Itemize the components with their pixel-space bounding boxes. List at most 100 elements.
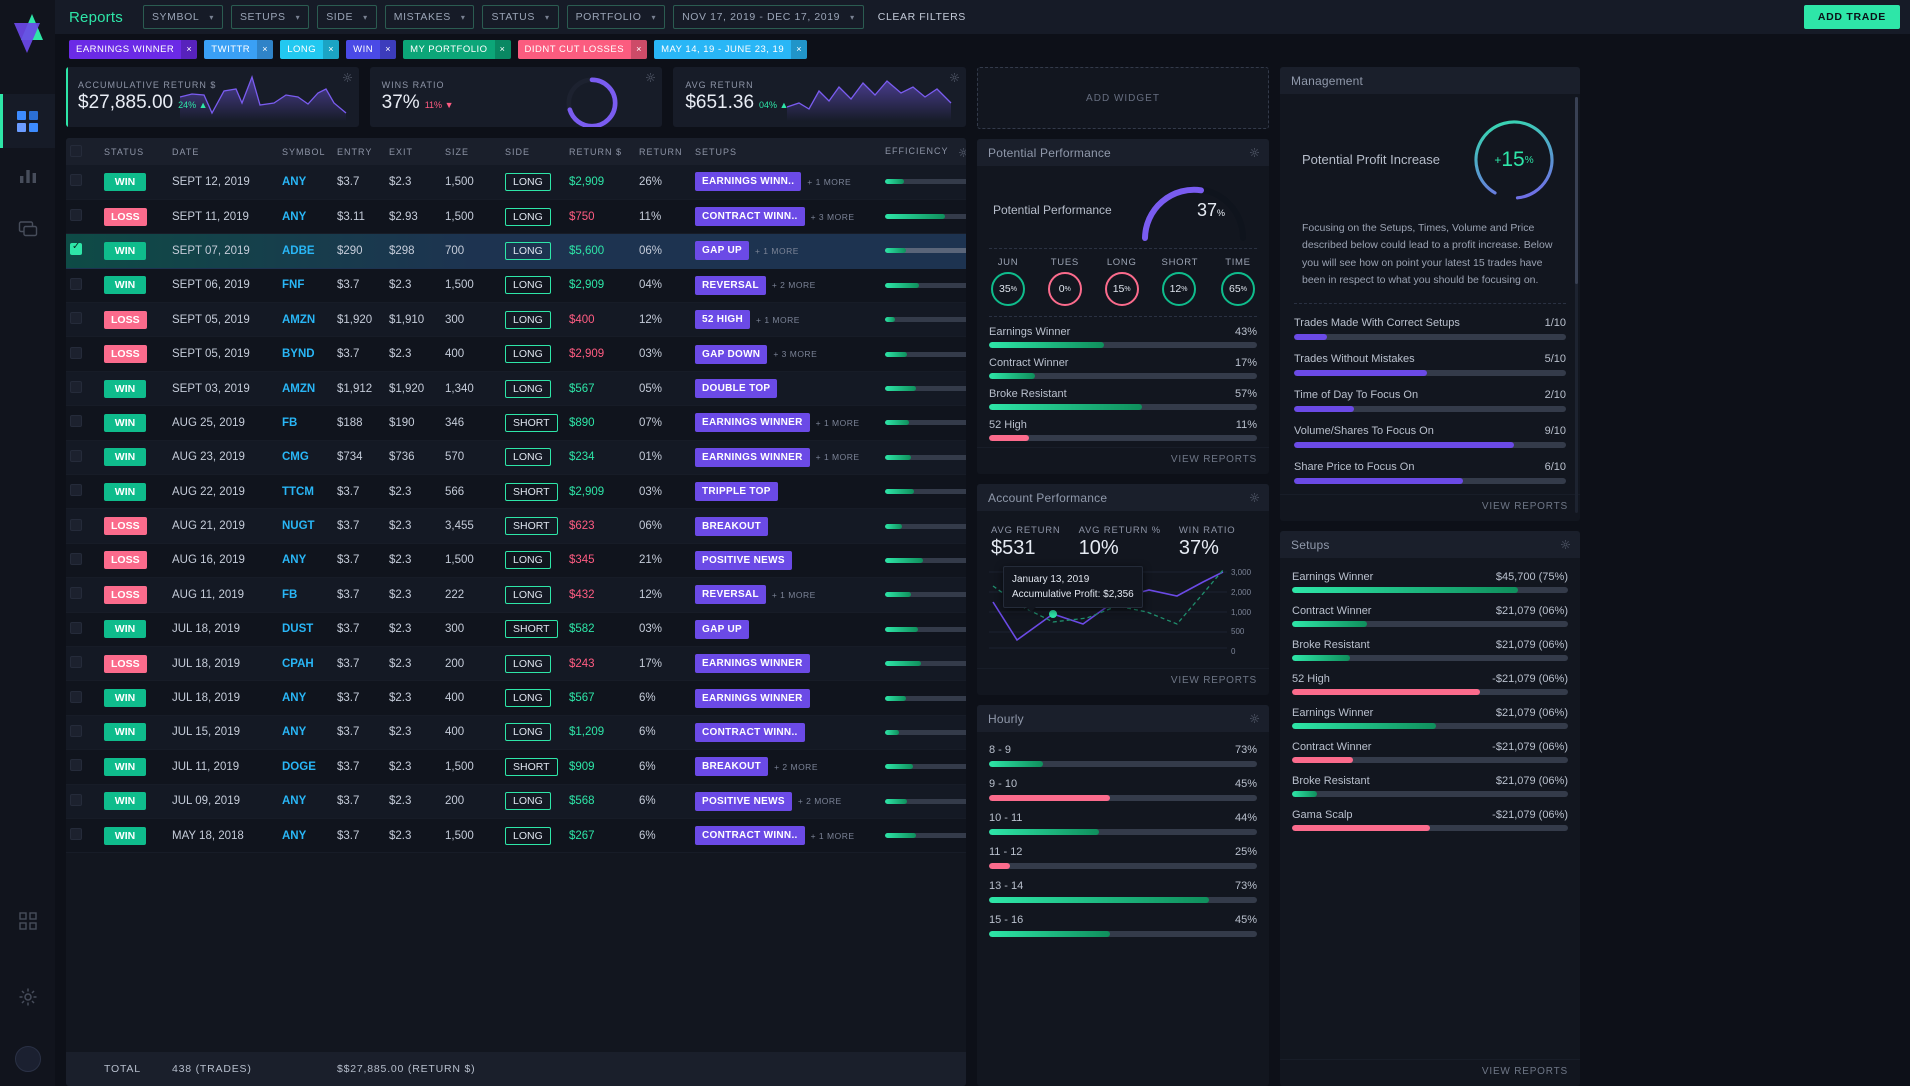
close-icon[interactable]: × bbox=[257, 40, 273, 59]
close-icon[interactable]: × bbox=[791, 40, 807, 59]
cell-symbol[interactable]: ANY bbox=[278, 199, 333, 233]
setup-more-label[interactable]: + 1 MORE bbox=[807, 177, 851, 187]
cell-symbol[interactable]: ANY bbox=[278, 715, 333, 749]
setup-badge[interactable]: BREAKOUT bbox=[695, 517, 768, 536]
sidebar-item-apps[interactable] bbox=[0, 894, 55, 948]
row-checkbox[interactable] bbox=[70, 759, 82, 771]
cell-symbol[interactable]: ANY bbox=[278, 543, 333, 577]
row-checkbox-cell[interactable] bbox=[66, 578, 100, 612]
setup-badge[interactable]: GAP UP bbox=[695, 620, 749, 639]
avatar[interactable] bbox=[15, 1046, 41, 1072]
table-row[interactable]: WIN AUG 23, 2019 CMG $734 $736 570 LONG … bbox=[66, 440, 966, 474]
row-checkbox-cell[interactable] bbox=[66, 268, 100, 302]
table-row[interactable]: WIN AUG 22, 2019 TTCM $3.7 $2.3 566 SHOR… bbox=[66, 475, 966, 509]
filter-chip[interactable]: LONG × bbox=[280, 40, 339, 59]
filter-chip[interactable]: DIDNT CUT LOSSES × bbox=[518, 40, 648, 59]
row-checkbox-cell[interactable] bbox=[66, 440, 100, 474]
filter-setups[interactable]: SETUPS▾ bbox=[231, 5, 309, 29]
setup-more-label[interactable]: + 3 MORE bbox=[773, 349, 817, 359]
row-checkbox-cell[interactable] bbox=[66, 371, 100, 405]
cell-symbol[interactable]: ADBE bbox=[278, 234, 333, 268]
clear-filters-button[interactable]: CLEAR FILTERS bbox=[872, 11, 972, 23]
cell-symbol[interactable]: ANY bbox=[278, 818, 333, 852]
setup-badge[interactable]: TRIPPLE TOP bbox=[695, 482, 778, 501]
col-size[interactable]: SIZE bbox=[441, 138, 501, 165]
cell-symbol[interactable]: DOGE bbox=[278, 750, 333, 784]
table-row[interactable]: WIN SEPT 12, 2019 ANY $3.7 $2.3 1,500 LO… bbox=[66, 165, 966, 199]
view-reports-link[interactable]: VIEW REPORTS bbox=[977, 447, 1269, 474]
filter-status[interactable]: STATUS▾ bbox=[482, 5, 558, 29]
filter-symbol[interactable]: SYMBOL▾ bbox=[143, 5, 223, 29]
table-row[interactable]: LOSS AUG 11, 2019 FB $3.7 $2.3 222 LONG … bbox=[66, 578, 966, 612]
row-checkbox[interactable] bbox=[70, 519, 82, 531]
row-checkbox-cell[interactable] bbox=[66, 715, 100, 749]
row-checkbox[interactable] bbox=[70, 725, 82, 737]
row-checkbox-cell[interactable] bbox=[66, 406, 100, 440]
setup-badge[interactable]: DOUBLE TOP bbox=[695, 379, 777, 398]
gear-icon[interactable] bbox=[1250, 493, 1259, 502]
col-status[interactable]: STATUS bbox=[100, 138, 168, 165]
row-checkbox[interactable] bbox=[70, 794, 82, 806]
table-row[interactable]: WIN MAY 18, 2018 ANY $3.7 $2.3 1,500 LON… bbox=[66, 818, 966, 852]
setup-more-label[interactable]: + 2 MORE bbox=[774, 762, 818, 772]
gear-icon[interactable] bbox=[1561, 540, 1570, 549]
col-return-pct[interactable]: RETURN bbox=[635, 138, 691, 165]
table-row[interactable]: LOSS SEPT 11, 2019 ANY $3.11 $2.93 1,500… bbox=[66, 199, 966, 233]
col-exit[interactable]: EXIT bbox=[385, 138, 441, 165]
row-checkbox[interactable] bbox=[70, 243, 82, 255]
view-reports-link[interactable]: VIEW REPORTS bbox=[977, 668, 1269, 695]
row-checkbox[interactable] bbox=[70, 828, 82, 840]
table-row[interactable]: LOSS AUG 21, 2019 NUGT $3.7 $2.3 3,455 S… bbox=[66, 509, 966, 543]
setup-badge[interactable]: EARNINGS WINNER bbox=[695, 654, 810, 673]
row-checkbox-cell[interactable] bbox=[66, 337, 100, 371]
setup-badge[interactable]: EARNINGS WINNER bbox=[695, 689, 810, 708]
table-row[interactable]: LOSS JUL 18, 2019 CPAH $3.7 $2.3 200 LON… bbox=[66, 646, 966, 680]
table-row[interactable]: WIN AUG 25, 2019 FB $188 $190 346 SHORT … bbox=[66, 406, 966, 440]
setup-badge[interactable]: REVERSAL bbox=[695, 585, 766, 604]
row-checkbox[interactable] bbox=[70, 174, 82, 186]
sidebar-item-dashboard[interactable] bbox=[0, 94, 55, 148]
select-all-header[interactable] bbox=[66, 138, 100, 165]
setup-badge[interactable]: POSITIVE NEWS bbox=[695, 551, 792, 570]
row-checkbox-cell[interactable] bbox=[66, 681, 100, 715]
col-symbol[interactable]: SYMBOL bbox=[278, 138, 333, 165]
cell-symbol[interactable]: AMZN bbox=[278, 303, 333, 337]
close-icon[interactable]: × bbox=[181, 40, 197, 59]
setup-badge[interactable]: CONTRACT WINN.. bbox=[695, 826, 805, 845]
table-row[interactable]: WIN JUL 15, 2019 ANY $3.7 $2.3 400 LONG … bbox=[66, 715, 966, 749]
add-widget-button[interactable]: ADD WIDGET bbox=[977, 67, 1269, 129]
filter-chip[interactable]: WIN × bbox=[346, 40, 396, 59]
gear-icon[interactable] bbox=[950, 73, 959, 82]
setup-more-label[interactable]: + 1 MORE bbox=[811, 831, 855, 841]
filter-portfolio[interactable]: PORTFOLIO▾ bbox=[567, 5, 666, 29]
cell-symbol[interactable]: ANY bbox=[278, 165, 333, 199]
filter-chip[interactable]: MY PORTFOLIO × bbox=[403, 40, 510, 59]
row-checkbox-cell[interactable] bbox=[66, 646, 100, 680]
setup-badge[interactable]: REVERSAL bbox=[695, 276, 766, 295]
row-checkbox-cell[interactable] bbox=[66, 234, 100, 268]
filter-chip[interactable]: MAY 14, 19 - JUNE 23, 19 × bbox=[654, 40, 807, 59]
table-row[interactable]: LOSS AUG 16, 2019 ANY $3.7 $2.3 1,500 LO… bbox=[66, 543, 966, 577]
row-checkbox[interactable] bbox=[70, 656, 82, 668]
row-checkbox[interactable] bbox=[70, 484, 82, 496]
setup-badge[interactable]: GAP DOWN bbox=[695, 345, 767, 364]
gear-icon[interactable] bbox=[646, 73, 655, 82]
table-row[interactable]: LOSS SEPT 05, 2019 AMZN $1,920 $1,910 30… bbox=[66, 303, 966, 337]
table-row[interactable]: WIN JUL 18, 2019 DUST $3.7 $2.3 300 SHOR… bbox=[66, 612, 966, 646]
col-return-dollar[interactable]: RETURN $ bbox=[565, 138, 635, 165]
setup-badge[interactable]: BREAKOUT bbox=[695, 757, 768, 776]
add-trade-button[interactable]: ADD TRADE bbox=[1804, 5, 1900, 29]
cell-symbol[interactable]: FB bbox=[278, 406, 333, 440]
sidebar-item-settings[interactable] bbox=[0, 970, 55, 1024]
filter-date-range[interactable]: NOV 17, 2019 - DEC 17, 2019▾ bbox=[673, 5, 864, 29]
row-checkbox[interactable] bbox=[70, 415, 82, 427]
col-efficiency[interactable]: EFFICIENCY bbox=[881, 138, 966, 165]
setup-badge[interactable]: GAP UP bbox=[695, 241, 749, 260]
filter-chip[interactable]: TWITTR × bbox=[204, 40, 273, 59]
col-entry[interactable]: ENTRY bbox=[333, 138, 385, 165]
col-side[interactable]: SIDE bbox=[501, 138, 565, 165]
row-checkbox-cell[interactable] bbox=[66, 303, 100, 337]
table-row[interactable]: WIN SEPT 03, 2019 AMZN $1,912 $1,920 1,3… bbox=[66, 371, 966, 405]
cell-symbol[interactable]: FB bbox=[278, 578, 333, 612]
row-checkbox-cell[interactable] bbox=[66, 750, 100, 784]
